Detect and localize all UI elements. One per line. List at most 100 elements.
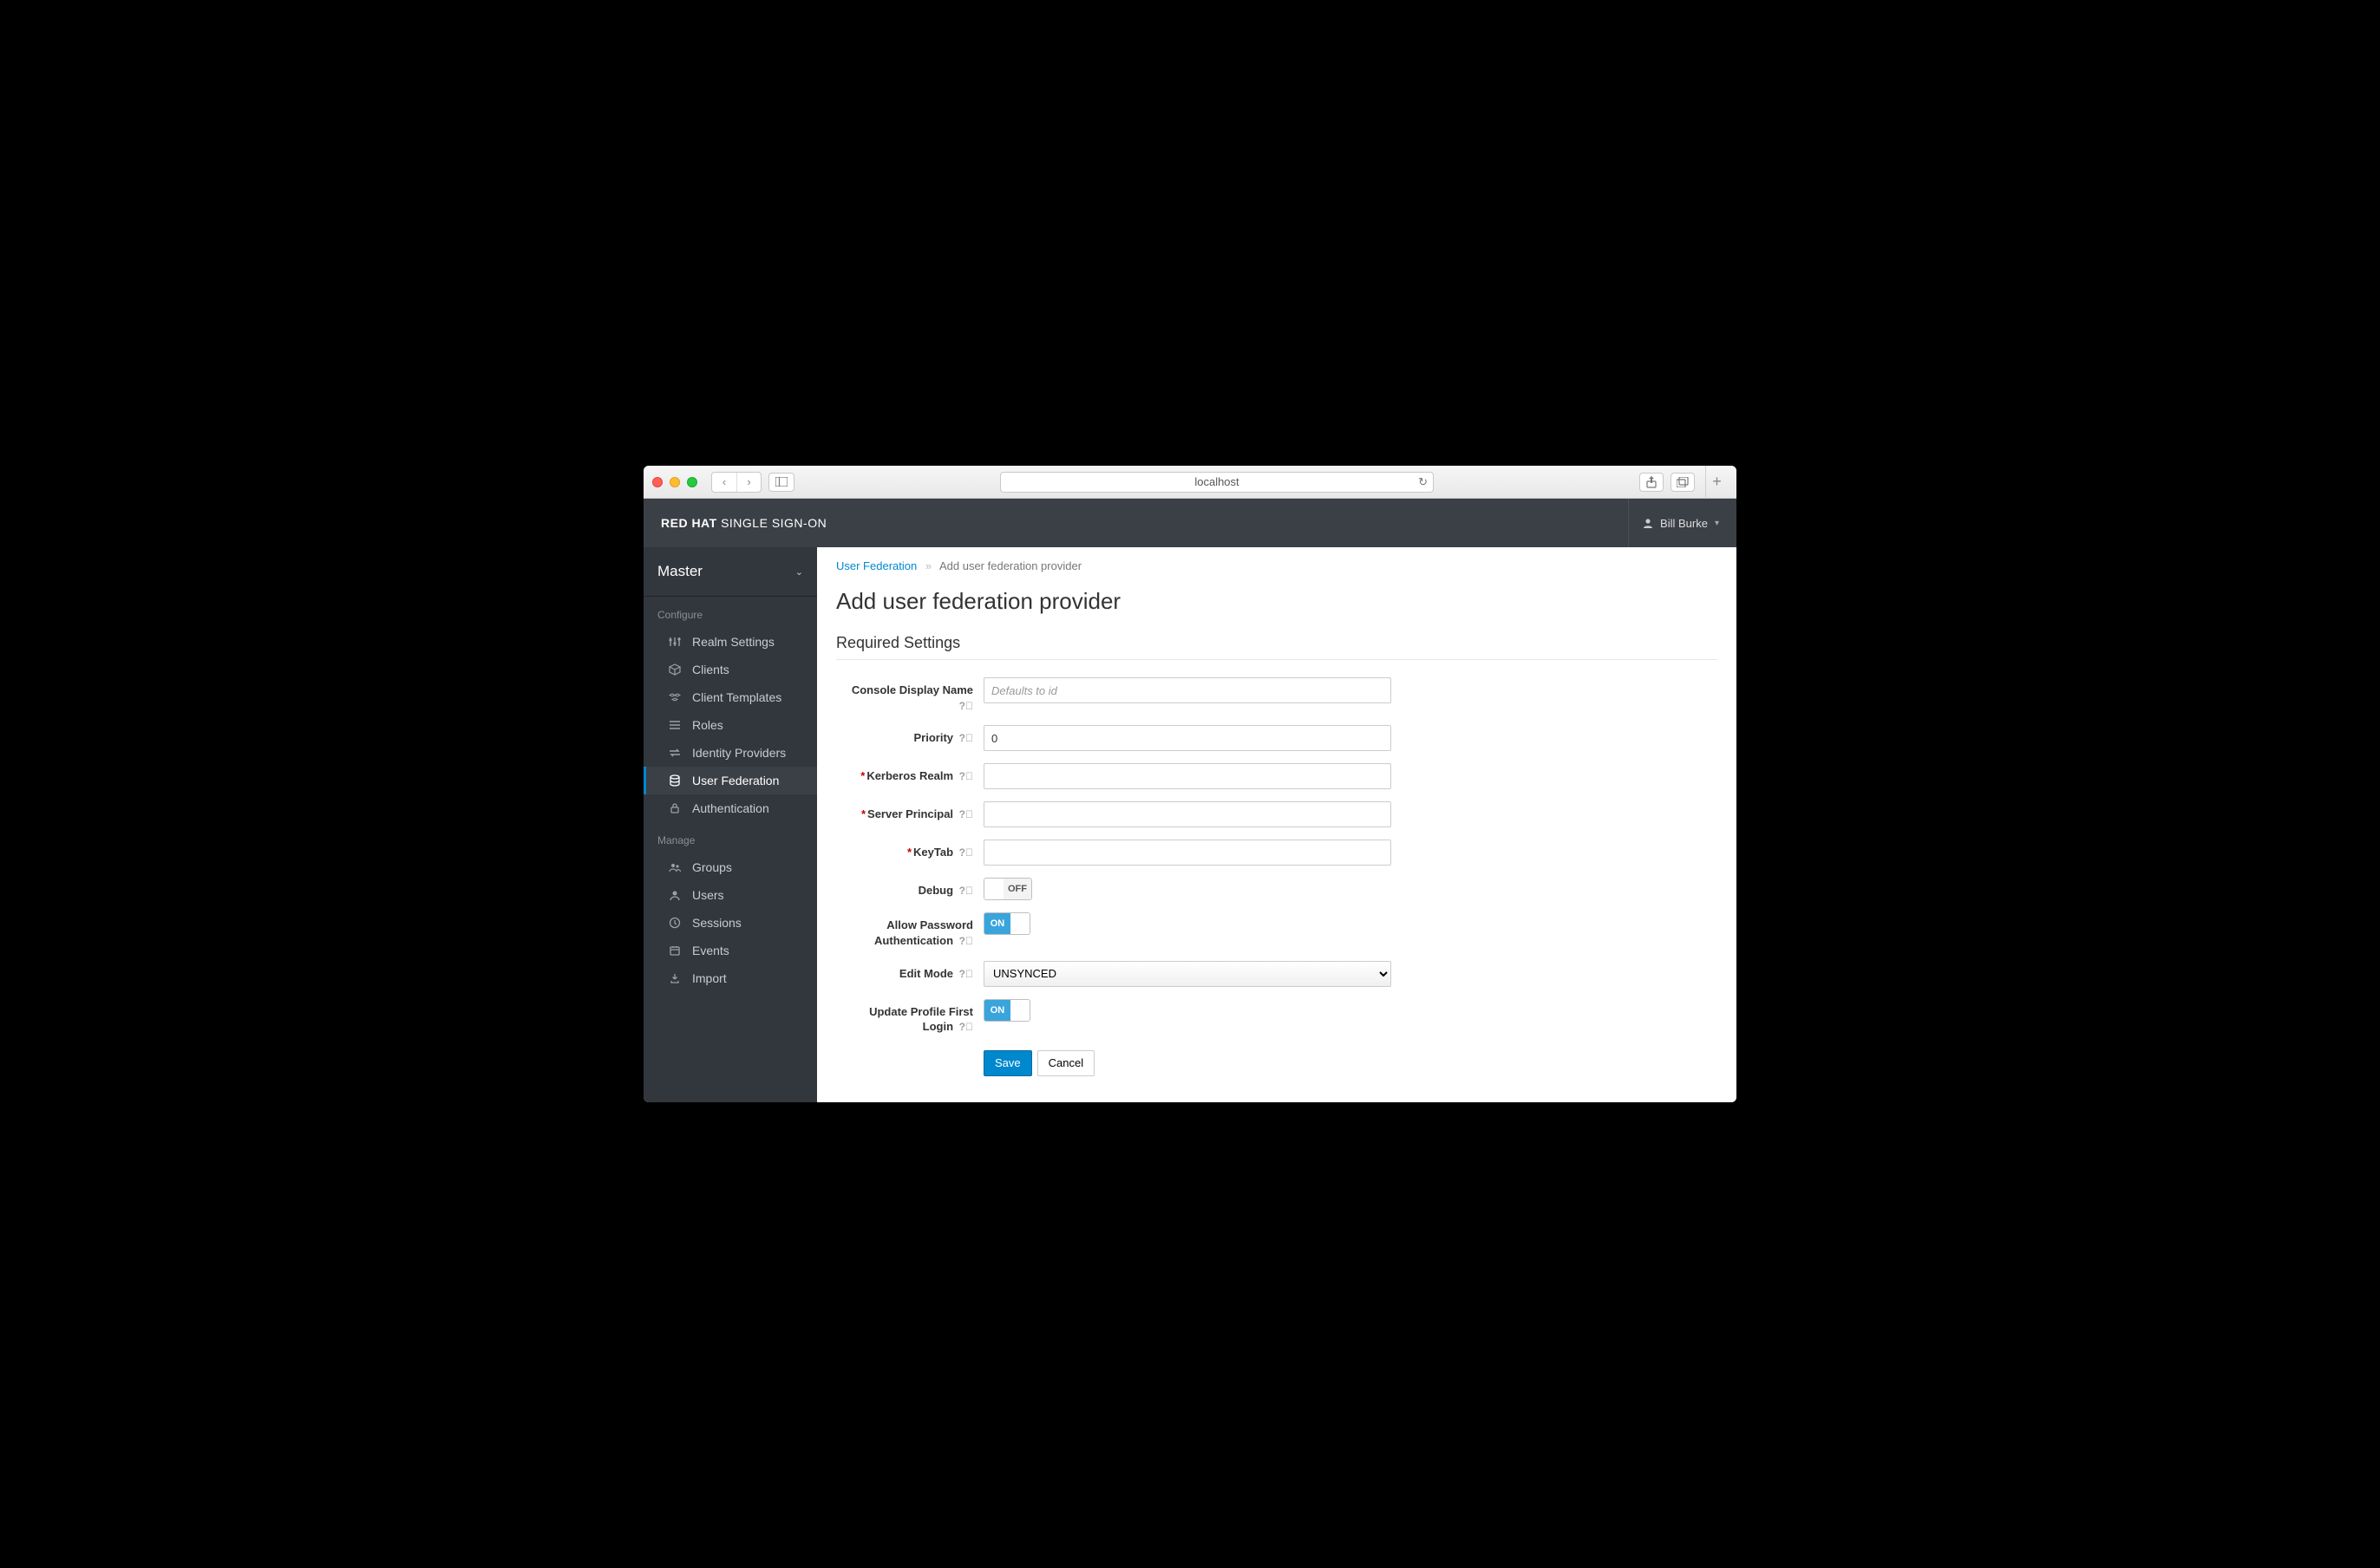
sidebar-item-label: Groups <box>692 860 732 874</box>
breadcrumb: User Federation » Add user federation pr… <box>836 559 1717 572</box>
sliders-icon <box>668 635 682 649</box>
chevron-down-icon: ▾ <box>1715 519 1719 528</box>
breadcrumb-separator: » <box>925 559 932 572</box>
sidebar-item-label: Users <box>692 888 724 902</box>
address-text: localhost <box>1194 475 1239 488</box>
sidebar-item-clients[interactable]: Clients <box>644 656 817 683</box>
update-profile-toggle[interactable]: ON OFF <box>984 999 1030 1022</box>
help-icon[interactable]: ?⃝ <box>959 808 973 820</box>
priority-input[interactable] <box>984 725 1391 751</box>
user-icon <box>668 888 682 902</box>
app-header: RED HAT SINGLE SIGN-ON Bill Burke ▾ <box>644 499 1736 547</box>
help-icon[interactable]: ?⃝ <box>959 770 973 782</box>
breadcrumb-root[interactable]: User Federation <box>836 559 917 572</box>
sidebar-item-label: Events <box>692 944 729 957</box>
sidebar-item-authentication[interactable]: Authentication <box>644 794 817 822</box>
sidebar-item-client-templates[interactable]: Client Templates <box>644 683 817 711</box>
sidebar-item-groups[interactable]: Groups <box>644 853 817 881</box>
label-debug: Debug ?⃝ <box>836 878 984 898</box>
sidebar-item-label: Authentication <box>692 801 769 815</box>
sidebar-item-label: Client Templates <box>692 690 781 704</box>
user-menu[interactable]: Bill Burke ▾ <box>1643 517 1719 530</box>
sidebar-toggle-button[interactable] <box>768 473 794 492</box>
share-icon[interactable] <box>1639 473 1664 492</box>
label-update-profile-first-login: Update Profile First Login ?⃝ <box>836 999 984 1035</box>
help-icon[interactable]: ?⃝ <box>959 732 973 744</box>
sidebar-item-users[interactable]: Users <box>644 881 817 909</box>
group-icon <box>668 860 682 874</box>
console-display-name-input[interactable] <box>984 677 1391 703</box>
allow-password-auth-toggle[interactable]: ON OFF <box>984 912 1030 935</box>
kerberos-realm-input[interactable] <box>984 763 1391 789</box>
sidebar-item-realm-settings[interactable]: Realm Settings <box>644 628 817 656</box>
sidebar-section-manage: Manage <box>644 822 817 853</box>
toggle-on-label: ON <box>984 1000 1010 1021</box>
user-name: Bill Burke <box>1660 517 1708 530</box>
calendar-icon <box>668 944 682 957</box>
forward-button[interactable]: › <box>736 473 761 492</box>
toggle-off-label: OFF <box>1004 879 1031 899</box>
server-principal-input[interactable] <box>984 801 1391 827</box>
lock-icon <box>668 801 682 815</box>
label-keytab: *KeyTab ?⃝ <box>836 840 984 860</box>
sidebar-item-roles[interactable]: Roles <box>644 711 817 739</box>
close-window-icon[interactable] <box>652 477 663 487</box>
sidebar-item-user-federation[interactable]: User Federation <box>644 767 817 794</box>
label-server-principal: *Server Principal ?⃝ <box>836 801 984 822</box>
sidebar-item-label: Identity Providers <box>692 746 786 760</box>
toggle-off-label: OFF <box>1010 1000 1030 1021</box>
sidebar-item-identity-providers[interactable]: Identity Providers <box>644 739 817 767</box>
help-icon[interactable]: ?⃝ <box>959 846 973 859</box>
new-tab-button[interactable]: + <box>1705 466 1728 499</box>
sidebar-item-import[interactable]: Import <box>644 964 817 992</box>
sidebar-section-configure: Configure <box>644 597 817 628</box>
back-button[interactable]: ‹ <box>712 473 736 492</box>
sidebar-item-label: User Federation <box>692 774 779 787</box>
sidebar-item-label: Clients <box>692 663 729 676</box>
minimize-window-icon[interactable] <box>670 477 680 487</box>
sidebar-item-label: Realm Settings <box>692 635 775 649</box>
save-button[interactable]: Save <box>984 1050 1032 1076</box>
toggle-off-label: OFF <box>1010 913 1030 934</box>
keytab-input[interactable] <box>984 840 1391 866</box>
sidebar: Master ⌄ Configure Realm Settings Client… <box>644 547 817 1101</box>
toggle-on-label: ON <box>984 913 1010 934</box>
section-divider <box>836 659 1717 660</box>
cancel-button[interactable]: Cancel <box>1037 1050 1095 1076</box>
help-icon[interactable]: ?⃝ <box>959 1021 973 1033</box>
address-bar[interactable]: localhost ↻ <box>1000 472 1434 493</box>
clock-icon <box>668 916 682 930</box>
breadcrumb-current: Add user federation provider <box>939 559 1082 572</box>
list-icon <box>668 718 682 732</box>
cube-icon <box>668 663 682 676</box>
sidebar-item-label: Import <box>692 971 727 985</box>
page-title: Add user federation provider <box>836 588 1717 615</box>
header-divider <box>1628 499 1629 547</box>
sidebar-item-label: Sessions <box>692 916 742 930</box>
tabs-icon[interactable] <box>1671 473 1695 492</box>
label-edit-mode: Edit Mode ?⃝ <box>836 961 984 982</box>
label-kerberos-realm: *Kerberos Realm ?⃝ <box>836 763 984 784</box>
sidebar-item-sessions[interactable]: Sessions <box>644 909 817 937</box>
help-icon[interactable]: ?⃝ <box>959 700 973 712</box>
sidebar-item-events[interactable]: Events <box>644 937 817 964</box>
maximize-window-icon[interactable] <box>687 477 697 487</box>
toggle-on-label: ON <box>984 879 1004 899</box>
section-title: Required Settings <box>836 634 1717 652</box>
help-icon[interactable]: ?⃝ <box>959 885 973 897</box>
help-icon[interactable]: ?⃝ <box>959 935 973 947</box>
label-console-display-name: Console Display Name ?⃝ <box>836 677 984 713</box>
exchange-icon <box>668 746 682 760</box>
window-controls <box>652 477 697 487</box>
chevron-down-icon: ⌄ <box>795 566 803 578</box>
realm-selector[interactable]: Master ⌄ <box>644 547 817 597</box>
realm-name: Master <box>657 563 703 580</box>
help-icon[interactable]: ?⃝ <box>959 968 973 980</box>
brand-logo: RED HAT SINGLE SIGN-ON <box>661 516 827 530</box>
label-priority: Priority ?⃝ <box>836 725 984 746</box>
label-allow-password-auth: Allow Password Authentication ?⃝ <box>836 912 984 948</box>
reload-icon[interactable]: ↻ <box>1418 475 1428 489</box>
browser-window: ‹ › localhost ↻ + <box>644 466 1736 1101</box>
debug-toggle[interactable]: ON OFF <box>984 878 1032 900</box>
edit-mode-select[interactable]: UNSYNCED <box>984 961 1391 987</box>
